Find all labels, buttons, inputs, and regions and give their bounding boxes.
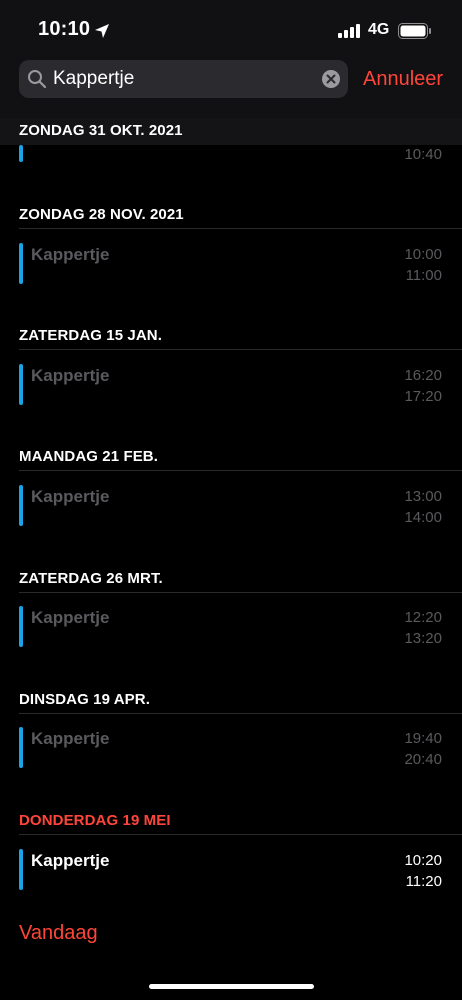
event-start-time: 19:40: [404, 730, 442, 747]
calendar-color-bar: [19, 727, 23, 768]
event-title: Kappertje: [31, 245, 110, 264]
cancel-button[interactable]: Annuleer: [363, 68, 443, 91]
calendar-color-bar: [19, 606, 23, 647]
section-header: ZONDAG 28 NOV. 2021: [19, 206, 184, 223]
event-end-time: 10:40: [404, 146, 442, 163]
calendar-color-bar: [19, 485, 23, 526]
event-end-time: 11:20: [405, 873, 442, 890]
divider: [19, 592, 462, 593]
calendar-color-bar: [19, 364, 23, 405]
section-header: ZATERDAG 15 JAN.: [19, 327, 163, 344]
search-bar[interactable]: [19, 60, 348, 98]
event-title: Kappertje: [31, 851, 110, 870]
event-title: Kappertje: [31, 608, 110, 627]
event-end-time: 20:40: [404, 751, 442, 768]
today-button[interactable]: Vandaag: [19, 922, 98, 945]
calendar-color-bar: [19, 243, 23, 284]
divider: [19, 349, 462, 350]
event-title: Kappertje: [31, 366, 110, 385]
location-arrow-icon: [95, 24, 109, 38]
divider: [19, 713, 462, 714]
search-input[interactable]: [53, 60, 303, 98]
event-title: Kappertje: [31, 729, 110, 748]
calendar-color-bar: [19, 145, 23, 162]
section-header-today: DONDERDAG 19 MEI: [19, 812, 171, 829]
home-indicator[interactable]: [149, 984, 314, 989]
divider: [19, 470, 462, 471]
event-start-time: 10:00: [404, 246, 442, 263]
event-title: Kappertje: [31, 487, 110, 506]
event-start-time: 10:20: [404, 852, 442, 869]
event-end-time: 13:20: [404, 630, 442, 647]
event-end-time: 14:00: [404, 509, 442, 526]
search-icon: [28, 70, 47, 89]
divider: [19, 228, 462, 229]
network-type: 4G: [368, 21, 390, 38]
status-time: 10:10: [38, 18, 91, 40]
divider: [19, 834, 462, 835]
event-end-time: 11:00: [405, 267, 442, 284]
clear-search-icon[interactable]: [322, 70, 340, 88]
section-header: MAANDAG 21 FEB.: [19, 448, 159, 465]
event-start-time: 16:20: [404, 367, 442, 384]
section-header: ZATERDAG 26 MRT.: [19, 570, 163, 587]
event-start-time: 12:20: [404, 609, 442, 626]
sticky-section-header: ZONDAG 31 OKT. 2021: [0, 118, 462, 145]
status-bar: 10:10 4G: [0, 0, 462, 60]
battery-icon: [398, 23, 431, 39]
event-start-time: 13:00: [404, 488, 442, 505]
calendar-color-bar: [19, 849, 23, 890]
event-end-time: 17:20: [404, 388, 442, 405]
search-area: Annuleer: [0, 60, 462, 118]
section-header: ZONDAG 31 OKT. 2021: [19, 122, 183, 139]
section-header: DINSDAG 19 APR.: [19, 691, 150, 708]
cellular-signal-icon: [338, 24, 360, 38]
